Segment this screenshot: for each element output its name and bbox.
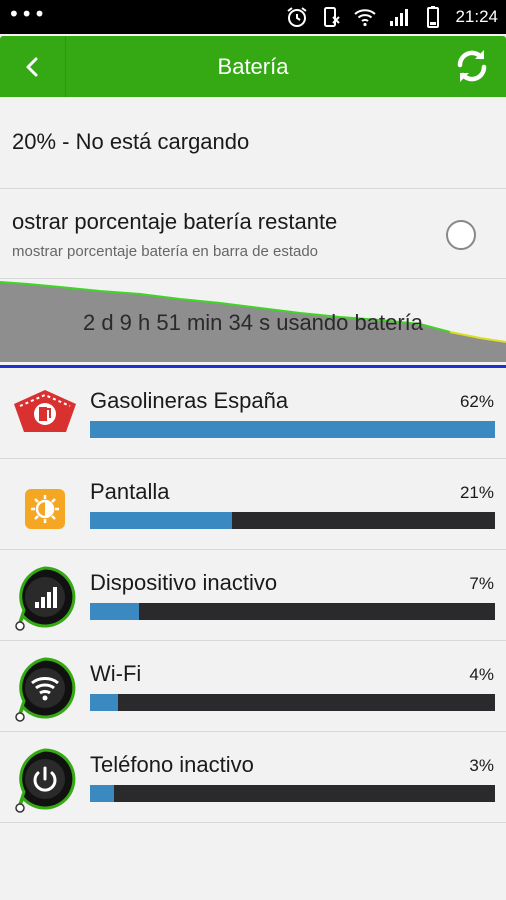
usage-bar <box>90 512 495 529</box>
wifi-status-icon <box>354 9 377 27</box>
usage-bar-fill <box>90 421 495 438</box>
usage-bar <box>90 421 495 438</box>
power-icon <box>15 748 76 813</box>
usage-bar-fill <box>90 603 139 620</box>
usage-bar-fill <box>90 785 115 802</box>
list-item[interactable]: Pantalla 21% <box>0 459 506 550</box>
status-icons: 21:24 <box>285 5 498 29</box>
action-bar: Batería <box>0 36 506 97</box>
usage-bar-fill <box>90 512 232 529</box>
status-bar: ••• 21:24 <box>0 0 506 34</box>
usage-bar <box>90 694 495 711</box>
gas-station-icon <box>14 390 76 432</box>
usage-bar <box>90 785 495 802</box>
silent-mode-icon <box>324 7 341 27</box>
screen-brightness-icon <box>25 489 65 529</box>
usage-percent: 62% <box>459 392 494 411</box>
notification-dots-icon: ••• <box>8 2 47 26</box>
app-name: Wi-Fi <box>90 661 142 686</box>
app-name: Dispositivo inactivo <box>90 570 278 595</box>
setting-title: ostrar porcentaje batería restante <box>12 209 338 234</box>
list-item[interactable]: Wi-Fi 4% <box>0 641 506 732</box>
list-item[interactable]: Gasolineras España 62% <box>0 368 506 459</box>
usage-percent: 21% <box>459 483 494 502</box>
list-item[interactable]: Teléfono inactivo 3% <box>0 732 506 823</box>
wifi-icon <box>15 657 76 722</box>
app-name: Gasolineras España <box>90 388 289 413</box>
app-name: Teléfono inactivo <box>90 752 254 777</box>
battery-status-text: 20% - No está cargando <box>12 129 250 154</box>
usage-percent: 3% <box>469 756 494 775</box>
page-title: Batería <box>217 54 289 79</box>
back-button[interactable] <box>0 36 66 97</box>
usage-percent: 4% <box>469 665 494 684</box>
chevron-left-icon <box>26 57 37 76</box>
usage-bar-fill <box>90 694 119 711</box>
refresh-button[interactable] <box>448 42 496 90</box>
list-item[interactable]: Dispositivo inactivo 7% <box>0 550 506 641</box>
battery-status-icon <box>427 6 440 28</box>
usage-duration-label: 2 d 9 h 51 min 34 s usando batería <box>82 310 423 335</box>
battery-history-graph: 2 d 9 h 51 min 34 s usando batería <box>0 280 506 362</box>
setting-subtitle: mostrar porcentaje batería en barra de e… <box>12 243 319 260</box>
battery-usage-list: Gasolineras España 62% Pantalla 21% Disp… <box>0 368 506 823</box>
signal-bars-icon <box>15 566 76 631</box>
alarm-icon <box>287 7 308 27</box>
usage-percent: 7% <box>469 574 494 593</box>
battery-status-row: 20% - No está cargando <box>0 97 506 189</box>
cell-signal-icon <box>390 9 409 26</box>
clock: 21:24 <box>455 7 498 26</box>
show-percentage-setting[interactable]: ostrar porcentaje batería restante mostr… <box>0 189 506 279</box>
refresh-icon <box>457 50 487 82</box>
app-name: Pantalla <box>90 479 170 504</box>
show-percentage-checkbox[interactable] <box>446 220 476 250</box>
usage-bar <box>90 603 495 620</box>
